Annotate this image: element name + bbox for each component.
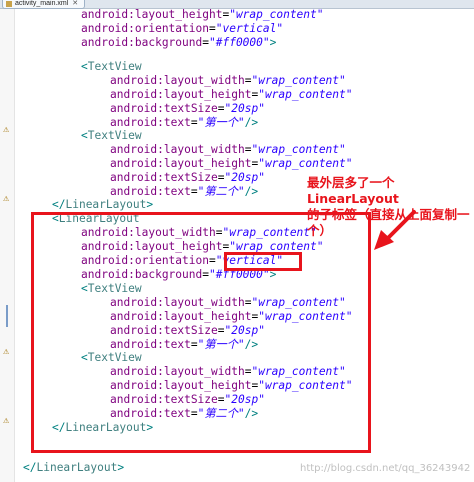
attribute-name: android:textSize [110,171,218,184]
attribute-value: "vertical" [215,22,284,35]
tag-bracket: < [81,60,88,73]
code-line: <TextView [81,129,142,143]
highlight-box-linearlayout [31,212,371,453]
code-line: android:layout_width="wrap_content" [110,74,346,88]
watermark-url: http://blog.csdn.net/qq_36243942 [300,463,471,474]
code-line: android:layout_height="wrap_content" [110,88,353,102]
tag-bracket: < [81,129,88,142]
code-line: android:text="第二个"/> [110,185,258,199]
attribute-value: "第一个" [197,116,245,129]
attribute-name: android:layout_width [110,143,245,156]
code-line: android:orientation="vertical" [81,22,283,36]
annotation-line-1: 最外层多了一个LinearLayout [307,175,399,206]
attribute-name: android:text [110,185,191,198]
tag-name: TextView [87,129,142,142]
equals: = [217,171,225,184]
tag-name: LinearLayout [36,461,118,474]
attribute-name: android:layout_width [110,74,245,87]
attribute-value: "20sp" [224,102,265,115]
tag-bracket: > [117,461,125,474]
code-line: android:layout_height="wrap_content" [81,8,324,22]
tag-bracket: > [269,36,277,49]
attribute-value: "wrap_content" [258,157,353,170]
code-line: android:textSize="20sp" [110,102,265,116]
equals: = [208,22,216,35]
tag-name: TextView [87,60,142,73]
equals: = [190,185,198,198]
equals: = [190,116,198,129]
tag-name: LinearLayout [65,198,147,211]
attribute-value: "#ff0000" [209,36,270,49]
attribute-value: "wrap_content" [229,8,324,21]
attribute-value: "wrap_content" [251,143,346,156]
annotation-line-2: 的子标签（直接从上面复制一个） [307,207,470,238]
attribute-name: android:orientation [81,22,209,35]
tag-bracket: /> [244,116,259,129]
highlight-box-vertical [224,252,302,271]
tag-bracket: </ [23,461,37,474]
code-line: android:layout_width="wrap_content" [110,143,346,157]
code-line: android:textSize="20sp" [110,171,265,185]
code-line: android:background="#ff0000"> [81,36,276,50]
attribute-name: android:layout_height [81,8,223,21]
tag-bracket: > [146,198,154,211]
equals: = [217,102,225,115]
tag-bracket: /> [244,185,259,198]
code-line: <TextView [81,60,142,74]
attribute-name: android:background [81,36,203,49]
code-line: android:text="第一个"/> [110,116,258,130]
code-line: </LinearLayout> [52,198,153,212]
attribute-name: android:text [110,116,191,129]
attribute-name: android:layout_height [110,157,252,170]
attribute-value: "wrap_content" [258,88,353,101]
equals: = [202,36,209,49]
attribute-value: "20sp" [224,171,265,184]
attribute-name: android:textSize [110,102,218,115]
code-line: </LinearLayout> [23,461,124,475]
code-line: android:layout_height="wrap_content" [110,157,353,171]
attribute-value: "wrap_content" [251,74,346,87]
tag-bracket: </ [52,198,66,211]
annotation-callout: 最外层多了一个LinearLayout 的子标签（直接从上面复制一个） [307,175,474,239]
attribute-name: android:layout_height [110,88,252,101]
attribute-value: "第二个" [197,185,245,198]
